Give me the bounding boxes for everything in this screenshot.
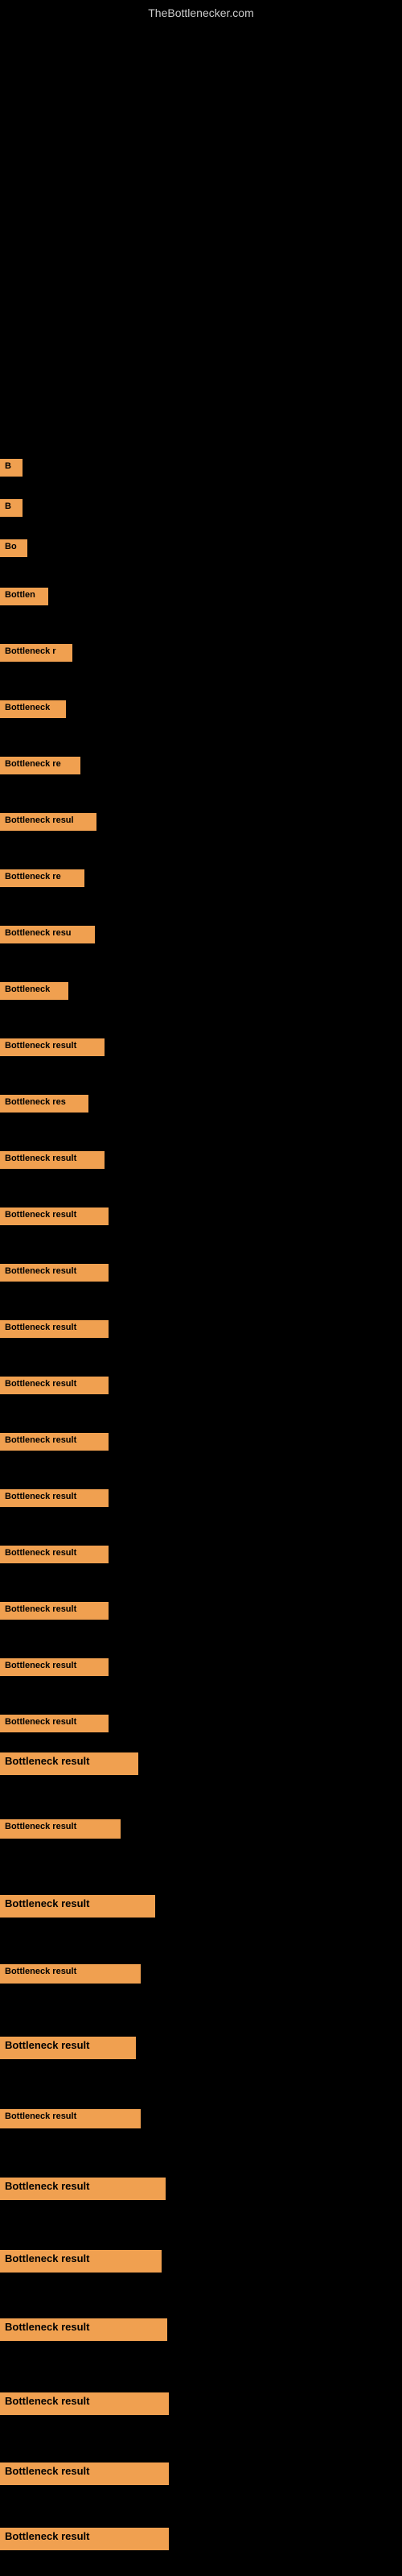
- bottleneck-result-label: Bottleneck re: [0, 757, 80, 774]
- label-10: Bottleneck resu: [0, 926, 95, 943]
- label-23: Bottleneck result: [0, 1658, 109, 1676]
- bottleneck-result-label: Bottleneck res: [0, 1095, 88, 1113]
- label-16: Bottleneck result: [0, 1264, 109, 1282]
- label-34: Bottleneck result: [0, 2392, 169, 2415]
- bottleneck-result-label: Bottleneck result: [0, 2037, 136, 2059]
- label-30: Bottleneck result: [0, 2109, 141, 2128]
- label-20: Bottleneck result: [0, 1489, 109, 1507]
- bottleneck-result-label: Bottleneck resul: [0, 813, 96, 831]
- label-15: Bottleneck result: [0, 1208, 109, 1225]
- label-12: Bottleneck result: [0, 1038, 105, 1056]
- label-25: Bottleneck result: [0, 1752, 138, 1775]
- bottleneck-result-label: Bottleneck result: [0, 1320, 109, 1338]
- label-21: Bottleneck result: [0, 1546, 109, 1563]
- label-13: Bottleneck res: [0, 1095, 88, 1113]
- label-26: Bottleneck result: [0, 1819, 121, 1839]
- label-29: Bottleneck result: [0, 2037, 136, 2059]
- bottleneck-result-label: Bottleneck result: [0, 2250, 162, 2273]
- bottleneck-result-label: Bottleneck result: [0, 2318, 167, 2341]
- bottleneck-result-label: Bo: [0, 539, 27, 557]
- label-24: Bottleneck result: [0, 1715, 109, 1732]
- label-18: Bottleneck result: [0, 1377, 109, 1394]
- label-31: Bottleneck result: [0, 2178, 166, 2200]
- label-28: Bottleneck result: [0, 1964, 141, 1984]
- bottleneck-result-label: Bottleneck: [0, 982, 68, 1000]
- bottleneck-result-label: Bottleneck result: [0, 2178, 166, 2200]
- label-4: Bottlen: [0, 588, 48, 605]
- bottleneck-result-label: Bottleneck result: [0, 1433, 109, 1451]
- site-title: TheBottlenecker.com: [0, 0, 402, 23]
- bottleneck-result-label: Bottleneck result: [0, 1715, 109, 1732]
- bottleneck-result-label: B: [0, 459, 23, 477]
- bottleneck-result-label: Bottlen: [0, 588, 48, 605]
- label-6: Bottleneck: [0, 700, 66, 718]
- bottleneck-result-label: Bottleneck result: [0, 1546, 109, 1563]
- bottleneck-result-label: Bottleneck result: [0, 1895, 155, 1918]
- label-9: Bottleneck re: [0, 869, 84, 887]
- label-33: Bottleneck result: [0, 2318, 167, 2341]
- label-19: Bottleneck result: [0, 1433, 109, 1451]
- bottleneck-result-label: Bottleneck result: [0, 2109, 141, 2128]
- bottleneck-result-label: Bottleneck resu: [0, 926, 95, 943]
- bottleneck-result-label: Bottleneck result: [0, 1602, 109, 1620]
- bottleneck-result-label: Bottleneck result: [0, 1752, 138, 1775]
- bottleneck-result-label: Bottleneck result: [0, 1489, 109, 1507]
- label-22: Bottleneck result: [0, 1602, 109, 1620]
- label-17: Bottleneck result: [0, 1320, 109, 1338]
- bottleneck-result-label: Bottleneck re: [0, 869, 84, 887]
- bottleneck-result-label: Bottleneck: [0, 700, 66, 718]
- bottleneck-result-label: Bottleneck result: [0, 1819, 121, 1839]
- bottleneck-result-label: Bottleneck r: [0, 644, 72, 662]
- bottleneck-result-label: Bottleneck result: [0, 1377, 109, 1394]
- label-14: Bottleneck result: [0, 1151, 105, 1169]
- bottleneck-result-label: Bottleneck result: [0, 2528, 169, 2550]
- bottleneck-result-label: Bottleneck result: [0, 1658, 109, 1676]
- bottleneck-result-label: Bottleneck result: [0, 1964, 141, 1984]
- bottleneck-result-label: B: [0, 499, 23, 517]
- bottleneck-result-label: Bottleneck result: [0, 1208, 109, 1225]
- label-32: Bottleneck result: [0, 2250, 162, 2273]
- label-3: Bo: [0, 539, 27, 557]
- bottleneck-result-label: Bottleneck result: [0, 1151, 105, 1169]
- label-5: Bottleneck r: [0, 644, 72, 662]
- label-8: Bottleneck resul: [0, 813, 96, 831]
- bottleneck-result-label: Bottleneck result: [0, 1264, 109, 1282]
- bottleneck-result-label: Bottleneck result: [0, 1038, 105, 1056]
- bottleneck-result-label: Bottleneck result: [0, 2462, 169, 2485]
- label-27: Bottleneck result: [0, 1895, 155, 1918]
- label-11: Bottleneck: [0, 982, 68, 1000]
- label-7: Bottleneck re: [0, 757, 80, 774]
- label-35: Bottleneck result: [0, 2462, 169, 2485]
- bottleneck-result-label: Bottleneck result: [0, 2392, 169, 2415]
- label-36: Bottleneck result: [0, 2528, 169, 2550]
- label-2: B: [0, 499, 23, 517]
- label-1: B: [0, 459, 23, 477]
